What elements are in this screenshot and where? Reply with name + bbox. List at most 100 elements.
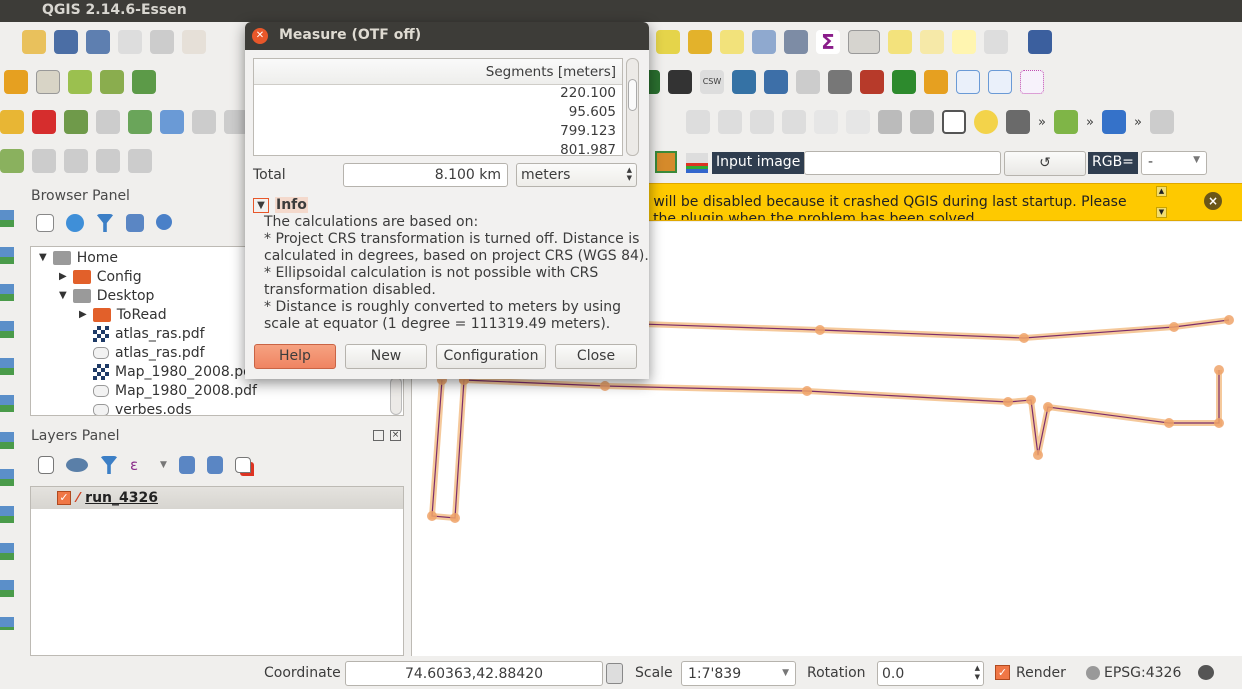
- field-icon[interactable]: [0, 110, 24, 134]
- tree-item-desktop[interactable]: ▼ Desktop: [59, 286, 154, 305]
- new-button[interactable]: New: [345, 344, 427, 369]
- text-annotation-icon[interactable]: [984, 30, 1008, 54]
- chevron-down-icon[interactable]: ▼: [160, 460, 167, 470]
- help-button[interactable]: Help: [254, 344, 336, 369]
- expanded-arrow-icon[interactable]: ▼: [59, 290, 67, 301]
- measure-line-icon[interactable]: [848, 30, 880, 54]
- info-icon[interactable]: [156, 214, 172, 230]
- undo-icon[interactable]: [64, 110, 88, 134]
- tree-item-file[interactable]: verbes.ods: [93, 400, 192, 415]
- filter-expression-icon[interactable]: ε: [130, 456, 148, 474]
- segment-row[interactable]: 95.605: [254, 104, 622, 123]
- merge-icon[interactable]: [0, 149, 24, 173]
- pan-icon[interactable]: [182, 30, 206, 54]
- save-project-icon[interactable]: [54, 30, 78, 54]
- node-tool-icon[interactable]: [100, 70, 124, 94]
- layer-visibility-checkbox[interactable]: ✓: [57, 491, 71, 505]
- layer-row[interactable]: ✓ ⁄ run_4326: [31, 487, 403, 509]
- new-print-composer-icon[interactable]: [118, 30, 142, 54]
- reshape-icon[interactable]: [160, 110, 184, 134]
- expand-all-icon[interactable]: [178, 456, 195, 474]
- postgis-icon[interactable]: [764, 70, 788, 94]
- grass-icon[interactable]: [828, 70, 852, 94]
- points-icon[interactable]: [1020, 70, 1044, 94]
- messages-icon[interactable]: [1198, 665, 1214, 680]
- info-toggle[interactable]: ▼ Info: [253, 197, 308, 213]
- close-button[interactable]: Close: [555, 344, 637, 369]
- stretch-icon[interactable]: [782, 110, 806, 134]
- filter-legend-icon[interactable]: [100, 456, 118, 474]
- tree-item-file[interactable]: atlas_ras.pdf: [93, 324, 205, 343]
- save-as-icon[interactable]: [86, 30, 110, 54]
- tree-item-file[interactable]: Map_1980_2008.pdf: [93, 381, 257, 400]
- db-manager-sql-icon[interactable]: [892, 70, 916, 94]
- refresh-icon[interactable]: [66, 214, 84, 232]
- segments-header[interactable]: Segments [meters]: [254, 59, 622, 85]
- gamma-icon[interactable]: [878, 110, 902, 134]
- grid-icon[interactable]: [942, 110, 966, 134]
- scroll-thumb[interactable]: [628, 79, 637, 111]
- add-group-icon[interactable]: [38, 456, 54, 474]
- render-checkbox[interactable]: ✓: [995, 665, 1010, 680]
- terrain-icon[interactable]: [796, 70, 820, 94]
- tree-item-file[interactable]: atlas_ras.pdf: [93, 343, 205, 362]
- offset-icon[interactable]: [192, 110, 216, 134]
- overflow-chevron-2[interactable]: »: [1086, 115, 1094, 130]
- python-console-icon[interactable]: [732, 70, 756, 94]
- split-parts-icon[interactable]: [32, 149, 56, 173]
- deselect-icon[interactable]: [720, 30, 744, 54]
- expanded-arrow-icon[interactable]: ▼: [39, 252, 47, 263]
- current-edits-icon[interactable]: [4, 70, 28, 94]
- float-panel-icon[interactable]: [373, 430, 384, 441]
- toggle-extents-icon[interactable]: [606, 663, 623, 684]
- open-project-icon[interactable]: [22, 30, 46, 54]
- select-icon[interactable]: [656, 30, 680, 54]
- add-ring-icon[interactable]: [132, 70, 156, 94]
- add-feature-icon[interactable]: [68, 70, 92, 94]
- add-wms-icon[interactable]: [1053, 110, 1078, 134]
- scale-combo[interactable]: 1:7'839 ▼: [681, 661, 796, 686]
- rgb-select[interactable]: - ▼: [1141, 151, 1207, 175]
- refresh-button[interactable]: ↺: [1004, 151, 1086, 176]
- globe-icon[interactable]: [1086, 666, 1100, 680]
- topology-icon[interactable]: [988, 70, 1012, 94]
- coordinate-field[interactable]: 74.60363,42.88420: [345, 661, 603, 686]
- magnet-icon[interactable]: [32, 110, 56, 134]
- remove-layer-icon[interactable]: [234, 457, 251, 473]
- toggle-editing-icon[interactable]: [36, 70, 60, 94]
- raster-calc-icon[interactable]: [1006, 110, 1030, 134]
- plugin-manager-icon[interactable]: [924, 70, 948, 94]
- visibility-eye-icon[interactable]: [66, 458, 88, 472]
- collapsed-arrow-icon[interactable]: ▶: [79, 309, 87, 320]
- collapse-all-icon[interactable]: [206, 456, 223, 474]
- tile-icon[interactable]: [655, 151, 677, 173]
- scroll-down-icon[interactable]: ▼: [1156, 207, 1167, 218]
- raster-tool-2-icon[interactable]: [718, 110, 742, 134]
- rotation-spinbox[interactable]: 0.0 ▲ ▼: [877, 661, 984, 686]
- tree-item-config[interactable]: ▶ Config: [59, 267, 142, 286]
- collapsed-arrow-icon[interactable]: ▶: [59, 271, 67, 282]
- fill-ring-icon[interactable]: [128, 149, 152, 173]
- contrast-icon[interactable]: [846, 110, 870, 134]
- tree-item-toread[interactable]: ▶ ToRead: [79, 305, 167, 324]
- collapse-arrow-icon[interactable]: ▼: [253, 197, 269, 213]
- input-image-select[interactable]: [804, 151, 1001, 175]
- show-bookmarks-icon[interactable]: [952, 30, 976, 54]
- delete-ring-icon[interactable]: [96, 149, 120, 173]
- tree-scrollbar[interactable]: [390, 377, 402, 415]
- close-panel-icon[interactable]: ×: [390, 430, 401, 441]
- tree-item-file[interactable]: Map_1980_2008.pdf: [93, 362, 257, 381]
- digitize-network-icon[interactable]: [956, 70, 980, 94]
- configuration-button[interactable]: Configuration: [436, 344, 546, 369]
- processing-icon[interactable]: [860, 70, 884, 94]
- select-expression-icon[interactable]: [688, 30, 712, 54]
- redo-icon[interactable]: [96, 110, 120, 134]
- filter-icon[interactable]: [96, 214, 114, 232]
- collapse-all-icon[interactable]: [126, 214, 144, 232]
- delete-part-icon[interactable]: [64, 149, 88, 173]
- csw-icon[interactable]: CSW: [700, 70, 724, 94]
- units-select[interactable]: meters ▲ ▼: [516, 163, 637, 187]
- scroll-up-icon[interactable]: ▲: [1156, 186, 1167, 197]
- info-plugin-icon[interactable]: [1101, 110, 1126, 134]
- saturation-icon[interactable]: [910, 110, 934, 134]
